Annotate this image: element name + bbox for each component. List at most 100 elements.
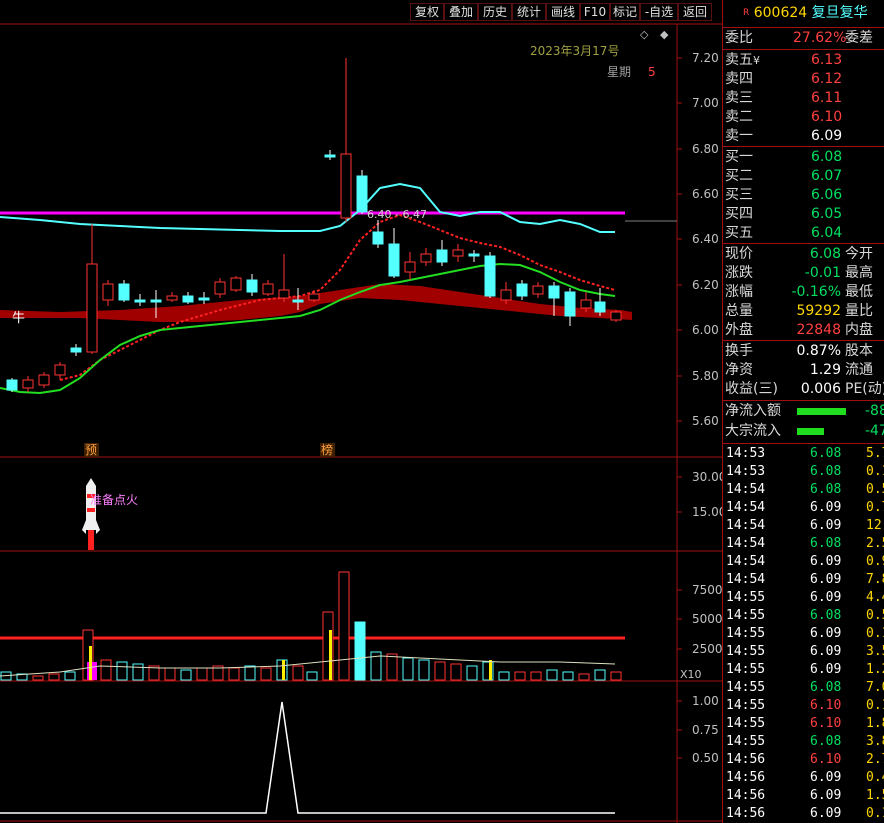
candle-body [230, 277, 242, 291]
bid-label: 买四 [725, 206, 753, 222]
tick-price: 6.08 [810, 446, 842, 461]
bid-row[interactable]: 买五 6.04 [725, 224, 883, 243]
tag-bang: 榜 [321, 442, 333, 457]
candle-body [420, 253, 432, 263]
bid-row[interactable]: 买二 6.07 [725, 167, 883, 186]
axis-tick-label: 6.00 [692, 323, 719, 337]
volume-bar [434, 661, 446, 681]
stat2-right: 流通 [845, 362, 873, 378]
flow-row: 大宗流入 -479 [725, 422, 884, 441]
tick-volume: 1.2 [866, 662, 884, 677]
stat2-row: 净资 1.29 流通 [725, 361, 883, 380]
candle-body [150, 299, 162, 303]
tick-time: 14:55 [726, 716, 766, 731]
ask-row[interactable]: 卖三 6.11 [725, 89, 883, 108]
volume-bars [0, 571, 622, 681]
flow-value: -479 [865, 423, 884, 439]
ask-row[interactable]: 卖二 6.10 [725, 108, 883, 127]
ask-row[interactable]: 卖五¥ 6.13 [725, 51, 883, 70]
candle-body [246, 279, 258, 293]
stat-right: 最高 [845, 265, 873, 281]
candle-body [436, 249, 448, 263]
stat-value: 22848 [796, 322, 841, 338]
bid-price: 6.07 [811, 168, 843, 184]
volume-bar [466, 665, 478, 681]
volume-bar [164, 667, 176, 681]
stat2-value: 0.006 [800, 381, 841, 397]
weekday-label: 星期 [607, 65, 631, 79]
tick-row: 14:54 6.09 0.9 [726, 553, 884, 571]
tick-price: 6.09 [810, 572, 842, 587]
axis-tick-label: 0.75 [692, 723, 719, 737]
tick-volume: 0.1 [866, 626, 884, 641]
volume-highlight [489, 660, 492, 680]
bid-label: 买三 [725, 187, 753, 203]
candle-body [388, 243, 400, 277]
tick-row: 14:54 6.09 0.7 [726, 499, 884, 517]
stock-header: R 600624 复旦复华 [743, 4, 868, 23]
candle-body [404, 261, 416, 273]
stat-right: 今开 [845, 246, 873, 262]
candle-body [594, 301, 606, 313]
candle-body [610, 311, 622, 321]
volume-bar [402, 657, 414, 681]
tick-price: 6.09 [810, 626, 842, 641]
volume-unit: X10 [680, 668, 702, 681]
volume-highlight [282, 660, 285, 680]
stat-label: 外盘 [725, 322, 753, 338]
badge: R [743, 8, 750, 18]
axis-tick-label: 7.00 [692, 96, 719, 110]
tick-time: 14:56 [726, 806, 766, 821]
volume-bar [338, 571, 350, 681]
volume-bar [228, 667, 240, 681]
tick-price: 6.10 [810, 698, 842, 713]
tick-time: 14:55 [726, 590, 766, 605]
volume-bar [180, 669, 192, 681]
ask-row[interactable]: 卖四 6.12 [725, 70, 883, 89]
tick-price: 6.09 [810, 518, 842, 533]
settings-icon[interactable]: ◆ [660, 28, 669, 41]
flow-value: -880 [865, 403, 884, 419]
tick-volume: 0.9 [866, 554, 884, 569]
tick-time: 14:54 [726, 500, 766, 515]
volume-bar [64, 671, 76, 681]
volume-bar [578, 673, 590, 681]
bid-row[interactable]: 买四 6.05 [725, 205, 883, 224]
ask-price: 6.12 [811, 71, 843, 87]
candle-body [166, 295, 178, 301]
tick-volume: 0.1 [866, 464, 884, 479]
volume-bar [116, 661, 128, 681]
volume-highlight [329, 630, 332, 680]
stock-code: 600624 [753, 5, 808, 21]
weibi-label: 委比 [725, 30, 753, 46]
ask-row[interactable]: 卖一 6.09 [725, 127, 883, 146]
ask-price: 6.11 [811, 90, 843, 106]
tick-price: 6.09 [810, 770, 842, 785]
candle-body [6, 379, 18, 391]
tick-row: 14:56 6.09 0.4 [726, 769, 884, 787]
volume-bar [546, 669, 558, 681]
tick-row: 14:55 6.10 0.1 [726, 697, 884, 715]
tick-volume: 2.7 [866, 752, 884, 767]
stat2-right: 股本 [845, 343, 873, 359]
candle-body [548, 285, 560, 299]
tick-price: 6.09 [810, 644, 842, 659]
axis-tick-label: 5.80 [692, 369, 719, 383]
bid-row[interactable]: 买一 6.08 [725, 148, 883, 167]
tick-time: 14:55 [726, 644, 766, 659]
tick-row: 14:54 6.08 2.5 [726, 535, 884, 553]
tick-price: 6.10 [810, 752, 842, 767]
stat-right: 内盘 [845, 322, 873, 338]
tick-price: 6.09 [810, 806, 842, 821]
tick-row: 14:55 6.09 1.2 [726, 661, 884, 679]
tick-volume: 4.4 [866, 590, 884, 605]
diamond-icon[interactable]: ◇ [640, 28, 649, 41]
axis-tick-label: 75000 [692, 583, 722, 597]
tick-row: 14:55 6.09 4.4 [726, 589, 884, 607]
tick-price: 6.08 [810, 734, 842, 749]
stat-label: 现价 [725, 246, 753, 262]
bid-row[interactable]: 买三 6.06 [725, 186, 883, 205]
flow-label: 净流入额 [725, 403, 781, 419]
tick-time: 14:55 [726, 734, 766, 749]
tick-volume: 1.8 [866, 716, 884, 731]
